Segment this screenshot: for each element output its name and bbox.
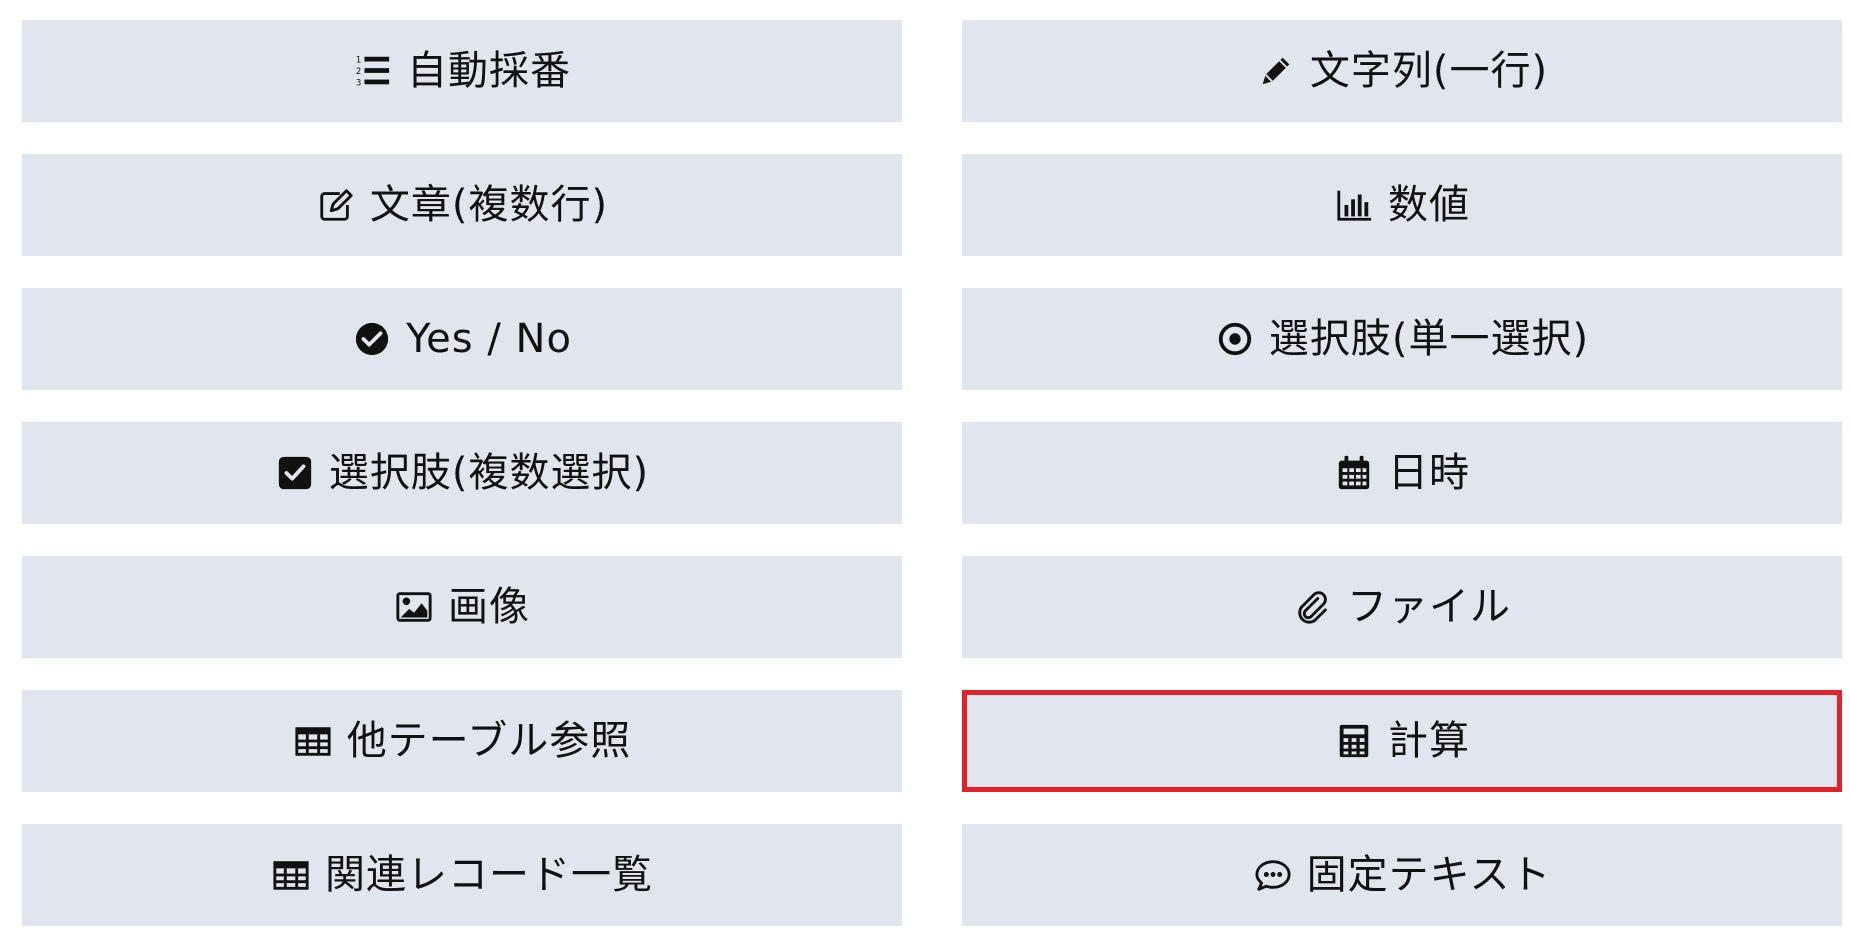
field-type-file-button[interactable]: ファイル — [962, 556, 1842, 658]
table-icon — [271, 855, 311, 895]
comment-dots-icon — [1253, 855, 1293, 895]
field-type-table-ref-button[interactable]: 他テーブル参照 — [22, 690, 902, 792]
field-type-calculation-button[interactable]: 計算 — [962, 690, 1842, 792]
field-type-label: 関連レコード一覧 — [325, 852, 653, 898]
field-type-label: 選択肢(単一選択) — [1268, 316, 1590, 362]
field-type-label: 選択肢(複数選択) — [328, 450, 650, 496]
svg-text:1: 1 — [356, 55, 361, 65]
field-type-select-multi-button[interactable]: 選択肢(複数選択) — [22, 422, 902, 524]
field-type-label: 日時 — [1388, 450, 1470, 496]
edit-square-icon — [316, 185, 356, 225]
field-type-label: 数値 — [1388, 182, 1470, 228]
calculator-icon — [1334, 721, 1374, 761]
dot-circle-icon — [1215, 319, 1255, 359]
field-type-label: 文章(複数行) — [369, 182, 609, 228]
field-type-label: 文字列(一行) — [1309, 48, 1549, 94]
field-type-label: ファイル — [1347, 584, 1511, 630]
bar-chart-icon — [1334, 185, 1374, 225]
field-type-label: Yes / No — [406, 316, 572, 362]
field-type-fixed-text-button[interactable]: 固定テキスト — [962, 824, 1842, 926]
field-type-number-button[interactable]: 数値 — [962, 154, 1842, 256]
check-square-icon — [275, 453, 315, 493]
check-circle-icon — [352, 319, 392, 359]
field-type-label: 画像 — [448, 584, 530, 630]
field-type-label: 計算 — [1388, 718, 1470, 764]
field-type-text-single-button[interactable]: 文字列(一行) — [962, 20, 1842, 122]
field-type-label: 固定テキスト — [1306, 852, 1552, 898]
field-type-text-multi-button[interactable]: 文章(複数行) — [22, 154, 902, 256]
calendar-icon — [1334, 453, 1374, 493]
svg-text:2: 2 — [356, 67, 361, 77]
field-type-select-single-button[interactable]: 選択肢(単一選択) — [962, 288, 1842, 390]
field-type-yes-no-button[interactable]: Yes / No — [22, 288, 902, 390]
field-type-related-records-button[interactable]: 関連レコード一覧 — [22, 824, 902, 926]
field-type-image-button[interactable]: 画像 — [22, 556, 902, 658]
field-type-label: 自動採番 — [407, 48, 571, 94]
svg-text:3: 3 — [356, 78, 361, 88]
table-icon — [293, 721, 333, 761]
field-type-datetime-button[interactable]: 日時 — [962, 422, 1842, 524]
pencil-icon — [1256, 51, 1296, 91]
field-type-auto-number-button[interactable]: 1 2 3 自動採番 — [22, 20, 902, 122]
image-icon — [394, 587, 434, 627]
list-ol-icon: 1 2 3 — [353, 51, 393, 91]
field-type-grid: 1 2 3 自動採番 文字列(一行) 文章(複数行) 数値 Yes / No 選… — [22, 20, 1842, 926]
field-type-label: 他テーブル参照 — [346, 718, 632, 764]
paperclip-icon — [1293, 587, 1333, 627]
